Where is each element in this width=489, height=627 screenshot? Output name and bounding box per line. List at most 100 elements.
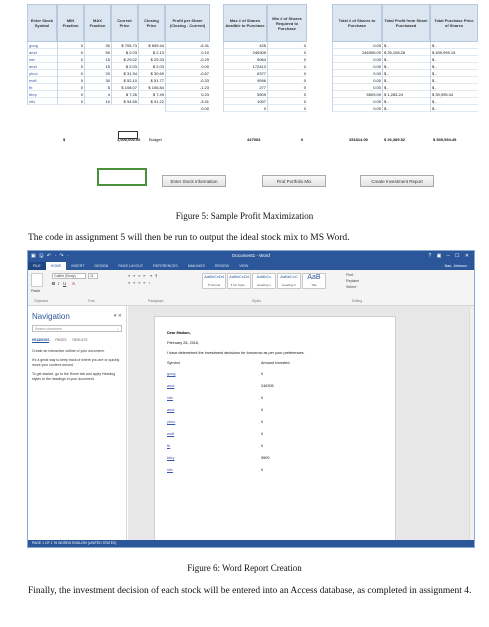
- cell-profit[interactable]: -6.31: [166, 42, 210, 49]
- cell-max[interactable]: 15: [85, 56, 111, 63]
- cell-current[interactable]: $ 31.34: [112, 70, 138, 77]
- cell-total-profit[interactable]: $ -: [383, 77, 430, 84]
- cell-min-shares[interactable]: 0: [268, 49, 307, 56]
- style-heading-1[interactable]: AaBbCc Heading 1: [252, 273, 276, 289]
- cell-symbol[interactable]: amd: [28, 63, 57, 70]
- cell-total-price[interactable]: $ -: [431, 84, 478, 91]
- cell-max-shares[interactable]: 5509: [224, 91, 267, 98]
- style-heading-2[interactable]: AaBbCcC Heading 2: [277, 273, 301, 289]
- cell-max[interactable]: 10: [85, 98, 111, 105]
- cell-min-shares[interactable]: 0: [268, 98, 307, 105]
- search-input[interactable]: Search document ⌕: [32, 325, 122, 332]
- cell-total-price[interactable]: $ -: [431, 70, 478, 77]
- cell-max-shares[interactable]: 172413: [224, 63, 267, 70]
- cell-total-profit[interactable]: $ -: [383, 84, 430, 91]
- cell-min[interactable]: 0: [58, 84, 84, 91]
- cell-max[interactable]: 20: [85, 70, 111, 77]
- cell-total-shares[interactable]: 0.00: [333, 98, 382, 105]
- cell-closing[interactable]: $ 2.13: [139, 49, 165, 56]
- cell-min[interactable]: 0: [58, 70, 84, 77]
- cell-max[interactable]: 4: [85, 91, 111, 98]
- cell-max[interactable]: 5: [85, 84, 111, 91]
- cell-min[interactable]: 0: [58, 63, 84, 70]
- tab-design[interactable]: DESIGN: [90, 262, 114, 270]
- font-size-select[interactable]: 11: [88, 273, 98, 279]
- cell-profit[interactable]: -3.31: [166, 98, 210, 105]
- cell-min-shares[interactable]: 0: [268, 105, 307, 112]
- cell-closing[interactable]: $ 2.03: [139, 63, 165, 70]
- cell-total-profit[interactable]: $ -: [383, 70, 430, 77]
- cell-current[interactable]: $ 52.10: [112, 77, 138, 84]
- close-icon[interactable]: ▾ ✕: [114, 313, 122, 319]
- cell-total-shares[interactable]: 0.00: [333, 77, 382, 84]
- find-button[interactable]: Find ·: [346, 273, 355, 277]
- cell-total-shares[interactable]: 5509.00: [333, 91, 382, 98]
- cell-total-profit[interactable]: $ -: [383, 105, 430, 112]
- cell-current[interactable]: $ 2.03: [112, 49, 138, 56]
- cell-min-shares[interactable]: 0: [268, 63, 307, 70]
- cell-min[interactable]: 0: [58, 98, 84, 105]
- cell-profit[interactable]: 0.23: [166, 91, 210, 98]
- cell-total-shares[interactable]: 0.00: [333, 42, 382, 49]
- cell-closing[interactable]: $ 7.49: [139, 91, 165, 98]
- cell-current[interactable]: $ 94.55: [112, 98, 138, 105]
- cell-max-shares[interactable]: 1057: [224, 98, 267, 105]
- tab-view[interactable]: VIEW: [234, 262, 253, 270]
- tab-headings[interactable]: HEADINGS: [32, 338, 50, 343]
- font-color-icon[interactable]: A: [72, 281, 75, 286]
- cell-total-shares[interactable]: 0.00: [333, 105, 382, 112]
- enter-stock-information-button[interactable]: Enter Stock Information: [162, 175, 226, 187]
- cell-total-profit[interactable]: $ -: [383, 63, 430, 70]
- cell-closing[interactable]: $ 29.33: [139, 56, 165, 63]
- cell-closing[interactable]: $ 699.44: [139, 42, 165, 49]
- cell-closing[interactable]: $ 106.84: [139, 84, 165, 91]
- cell-max[interactable]: 15: [85, 63, 111, 70]
- replace-button[interactable]: Replace: [346, 279, 359, 283]
- cell-symbol[interactable]: yhoo: [28, 70, 57, 77]
- cell-current[interactable]: $ 29.02: [112, 56, 138, 63]
- tab-results[interactable]: RESULTS: [73, 338, 88, 343]
- cell-symbol[interactable]: fb: [28, 84, 57, 91]
- vertical-scrollbar[interactable]: [469, 306, 474, 540]
- cell-min[interactable]: 0: [58, 42, 84, 49]
- cell-total-shares[interactable]: 246305.00: [333, 49, 382, 56]
- tab-file[interactable]: FILE: [28, 262, 46, 270]
- underline-icon[interactable]: U: [63, 281, 66, 286]
- tab-mailings[interactable]: MAILINGS: [183, 262, 210, 270]
- select-button[interactable]: Select ·: [346, 285, 358, 289]
- cell-min[interactable]: 0: [58, 77, 84, 84]
- cell-max[interactable]: 30: [85, 42, 111, 49]
- cell-total-shares[interactable]: 0.00: [333, 56, 382, 63]
- cell-max[interactable]: 30: [85, 77, 111, 84]
- cell-min[interactable]: 0: [58, 91, 84, 98]
- cell-min-shares[interactable]: 0: [268, 77, 307, 84]
- cell-total-price[interactable]: $ -: [431, 98, 478, 105]
- style-no-spacing[interactable]: AaBbCcDd ¶ No Spac...: [227, 273, 251, 289]
- list-icons[interactable]: ≡ ≡ ≡ ⇤ ⇥ ¶: [128, 274, 158, 278]
- create-investment-report-button[interactable]: Create Investment Report: [360, 175, 434, 187]
- tab-pages[interactable]: PAGES: [55, 338, 66, 343]
- cell-current[interactable]: $ 705.73: [112, 42, 138, 49]
- cell-closing[interactable]: $ 30.69: [139, 70, 165, 77]
- font-name-select[interactable]: Calibri (Body): [52, 273, 86, 279]
- cell-total-shares[interactable]: 0.00: [333, 70, 382, 77]
- align-icons[interactable]: ≡ ≡ ≡ ≡ ↕: [128, 281, 151, 285]
- tab-page-layout[interactable]: PAGE LAYOUT: [113, 262, 148, 270]
- tab-home[interactable]: HOME: [45, 262, 67, 270]
- cell-total-price[interactable]: $ 499,999.15: [431, 49, 478, 56]
- cell-total-profit[interactable]: $ -: [383, 98, 430, 105]
- cell-total-price[interactable]: $ -: [431, 42, 478, 49]
- tab-review[interactable]: REVIEW: [210, 262, 234, 270]
- cell-max[interactable]: 50: [85, 49, 111, 56]
- cell-total-profit[interactable]: $ -: [383, 56, 430, 63]
- cell-current[interactable]: $ 7.26: [112, 91, 138, 98]
- cell-min[interactable]: 0: [58, 49, 84, 56]
- cell-profit[interactable]: -0.67: [166, 70, 210, 77]
- cell-total-price[interactable]: $ -: [431, 77, 478, 84]
- cell-symbol[interactable]: goog: [28, 42, 57, 49]
- find-portfolio-mix-button[interactable]: Find Portfolio Mix: [262, 175, 326, 187]
- selected-cell[interactable]: [97, 168, 147, 186]
- cell-min-shares[interactable]: 0: [268, 42, 307, 49]
- cell-profit[interactable]: 0.10: [166, 49, 210, 56]
- cell-total-profit[interactable]: $ -: [383, 42, 430, 49]
